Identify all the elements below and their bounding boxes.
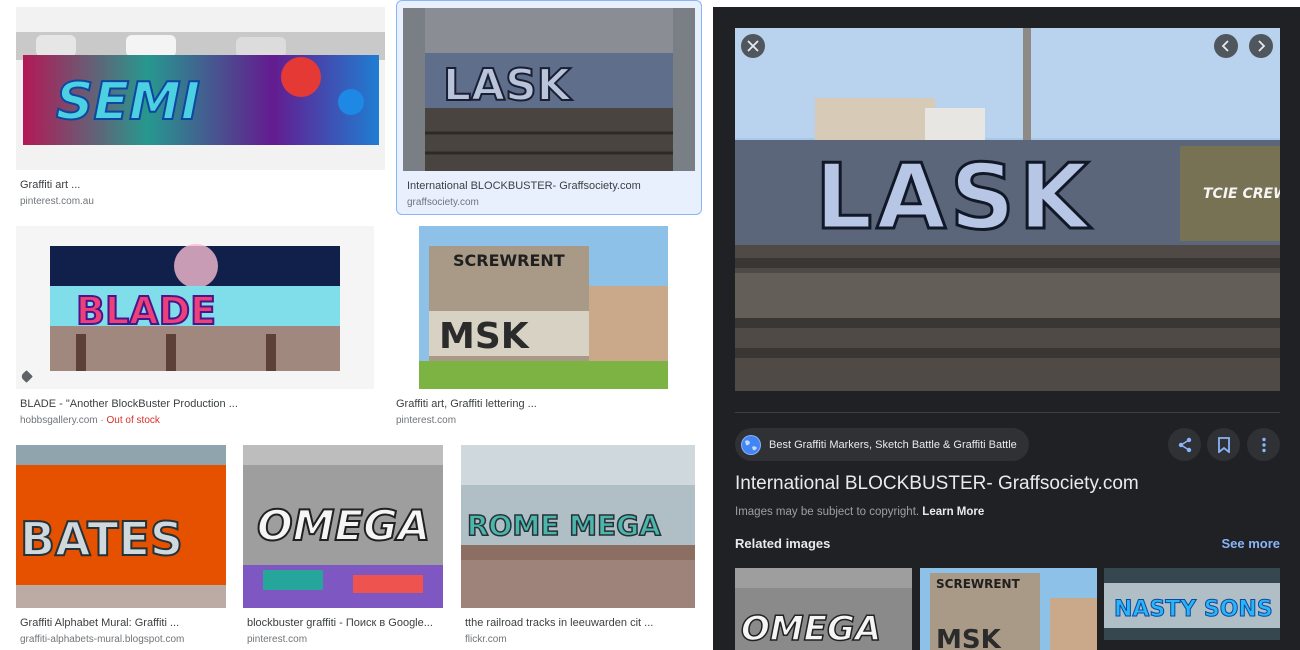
graffiti-text: NASTY SONS xyxy=(1114,597,1273,622)
graffiti-text: BATES xyxy=(20,512,183,566)
save-button[interactable] xyxy=(1207,428,1240,461)
image-viewer-panel: LASK TCIE CREW Best Graffiti Markers, Sk… xyxy=(713,7,1300,650)
share-icon xyxy=(1178,437,1191,452)
result-source[interactable]: pinterest.com.au xyxy=(20,196,94,207)
close-button[interactable] xyxy=(741,34,765,58)
result-thumbnail[interactable]: OMEGA xyxy=(243,445,443,608)
result-thumbnail[interactable]: LASK xyxy=(403,8,695,171)
copyright-text: Images may be subject to copyright. xyxy=(735,506,920,518)
source-site-chip[interactable]: Best Graffiti Markers, Sketch Battle & G… xyxy=(735,428,1029,461)
result-card[interactable]: SEMI Graffiti art ... pinterest.com.au xyxy=(16,7,385,210)
result-card[interactable]: OMEGA blockbuster graffiti - Поиск в Goo… xyxy=(243,445,443,650)
result-source-site: hobbsgallery.com xyxy=(20,415,98,426)
result-thumbnail[interactable]: SCREWRENT MSK xyxy=(419,226,668,389)
result-caption[interactable]: BLADE - "Another BlockBuster Production … xyxy=(20,398,370,410)
image-results-grid: SEMI Graffiti art ... pinterest.com.au L… xyxy=(0,0,712,650)
result-card[interactable]: ROME MEGA tthe railroad tracks in leeuwa… xyxy=(461,445,695,650)
related-images-heading: Related images xyxy=(735,536,831,551)
result-thumbnail[interactable]: ROME MEGA xyxy=(461,445,695,608)
result-source[interactable]: flickr.com xyxy=(465,634,507,645)
svg-text:MSK: MSK xyxy=(439,316,530,357)
image-search-page: SEMI Graffiti art ... pinterest.com.au L… xyxy=(0,0,1300,650)
result-card[interactable]: SCREWRENT MSK Graffiti art, Graffiti let… xyxy=(392,226,695,430)
result-caption[interactable]: Graffiti Alphabet Mural: Graffiti ... xyxy=(20,617,225,629)
related-image-thumbnail[interactable]: SCREWRENT MSK xyxy=(920,568,1097,650)
copyright-notice: Images may be subject to copyright. Lear… xyxy=(735,506,984,518)
result-caption[interactable]: Graffiti art, Graffiti lettering ... xyxy=(396,398,691,410)
learn-more-link[interactable]: Learn More xyxy=(922,506,984,518)
close-icon xyxy=(747,40,759,52)
result-caption[interactable]: tthe railroad tracks in leeuwarden cit .… xyxy=(465,617,693,629)
previous-image-button[interactable] xyxy=(1214,34,1238,58)
see-more-link[interactable]: See more xyxy=(1221,536,1280,551)
next-image-button[interactable] xyxy=(1249,34,1273,58)
result-caption[interactable]: International BLOCKBUSTER- Graffsociety.… xyxy=(407,180,697,192)
result-caption[interactable]: blockbuster graffiti - Поиск в Google... xyxy=(247,617,442,629)
result-source[interactable]: pinterest.com xyxy=(247,634,307,645)
result-source[interactable]: pinterest.com xyxy=(396,415,456,426)
result-caption[interactable]: Graffiti art ... xyxy=(20,179,380,191)
graffiti-text: OMEGA xyxy=(741,609,881,649)
result-source[interactable]: graffsociety.com xyxy=(407,197,479,208)
globe-icon xyxy=(741,434,761,455)
viewer-divider xyxy=(735,412,1280,413)
graffiti-text: LASK xyxy=(443,60,573,111)
result-card[interactable]: BLADE BLADE - "Another BlockBuster Produ… xyxy=(16,226,374,430)
more-options-button[interactable] xyxy=(1247,428,1280,461)
viewer-image-title[interactable]: International BLOCKBUSTER- Graffsociety.… xyxy=(735,473,1139,495)
bookmark-icon xyxy=(1217,436,1230,453)
result-thumbnail[interactable]: SEMI xyxy=(16,7,385,170)
result-source[interactable]: graffiti-alphabets-mural.blogspot.com xyxy=(20,634,184,645)
related-image-thumbnail[interactable]: OMEGA xyxy=(735,568,912,650)
viewer-graffiti-text: LASK xyxy=(815,145,1093,250)
related-image-thumbnail[interactable]: NASTY SONS xyxy=(1104,568,1280,640)
viewer-main-image[interactable]: LASK TCIE CREW xyxy=(735,28,1280,391)
share-button[interactable] xyxy=(1168,428,1201,461)
result-card-selected[interactable]: LASK International BLOCKBUSTER- Graffsoc… xyxy=(396,0,702,215)
result-thumbnail[interactable]: BATES xyxy=(16,445,226,608)
svg-text:MSK: MSK xyxy=(936,625,1002,650)
graffiti-text: SCREWRENT xyxy=(936,577,1021,591)
result-source[interactable]: hobbsgallery.com · Out of stock xyxy=(20,415,160,426)
result-thumbnail[interactable]: BLADE xyxy=(16,226,374,389)
more-vert-icon xyxy=(1261,437,1266,452)
viewer-graffiti-subtext: TCIE CREW xyxy=(1203,186,1280,202)
graffiti-text: ROME MEGA xyxy=(467,509,661,542)
out-of-stock-badge: Out of stock xyxy=(106,415,160,426)
result-card[interactable]: BATES Graffiti Alphabet Mural: Graffiti … xyxy=(16,445,226,650)
source-site-name: Best Graffiti Markers, Sketch Battle & G… xyxy=(769,438,1017,451)
graffiti-text: SEMI xyxy=(56,72,200,132)
chevron-left-icon xyxy=(1221,40,1229,52)
graffiti-text: OMEGA xyxy=(257,501,430,550)
chevron-right-icon xyxy=(1258,40,1266,52)
graffiti-text: SCREWRENT xyxy=(453,251,565,270)
